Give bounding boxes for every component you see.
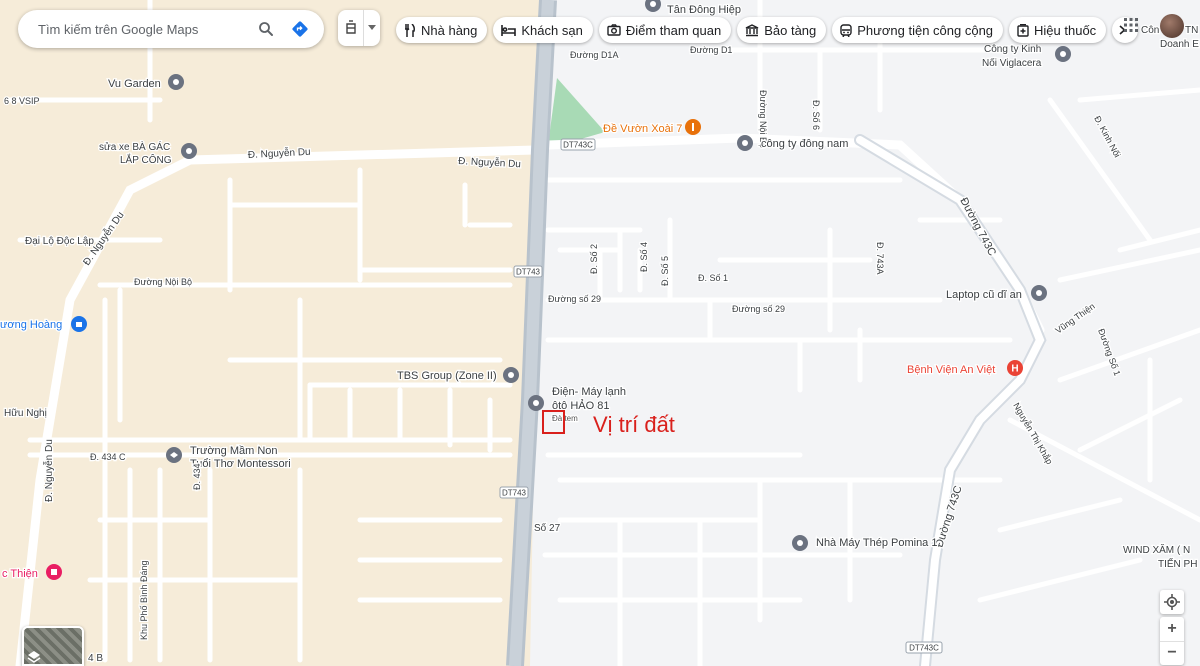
- map-label: Số 27: [534, 522, 561, 534]
- my-location-button[interactable]: [1160, 590, 1184, 614]
- map-label: ương Hoàng: [0, 319, 62, 331]
- map-label: Khu Phố Bình Đáng: [139, 560, 149, 640]
- map-label: Đại Lộ Độc Lập: [25, 236, 94, 247]
- chip-label: Phương tiện công cộng: [857, 22, 994, 38]
- chip-museums[interactable]: Bảo tàng: [737, 17, 827, 43]
- poi-pin-tbs: [503, 367, 519, 383]
- map-label: Đ. Số 5: [660, 256, 670, 286]
- search-icon[interactable]: [252, 15, 280, 43]
- map-label: 4 B: [88, 653, 103, 664]
- map-label: Đ. 434: [192, 463, 202, 490]
- poi-pin-bank: [71, 316, 87, 332]
- poi-pin-truong-mam-non: [166, 447, 182, 463]
- directions-icon[interactable]: [286, 15, 314, 43]
- map-label: công ty đông nam: [761, 138, 848, 150]
- map-label: Nhà Máy Thép Pomina 1: [816, 537, 937, 549]
- hotel-icon: [501, 24, 517, 36]
- poi-pin-sua-xe: [181, 143, 197, 159]
- map-label: Đ. 434 C: [90, 452, 126, 462]
- zoom-controls: + −: [1160, 617, 1184, 665]
- zoom-out-button[interactable]: −: [1160, 642, 1184, 666]
- map-label: Nối Viglacera: [982, 57, 1042, 69]
- pharmacy-icon: [1017, 23, 1029, 37]
- map-label: Điện- Máy lạnh: [552, 386, 626, 398]
- layers-thumbnail[interactable]: [22, 626, 84, 666]
- map-label: Đường số 29: [732, 304, 785, 314]
- museum-icon: [745, 23, 759, 36]
- category-chips: Nhà hàng Khách sạn Điểm tham quan Bảo tà…: [396, 17, 1139, 43]
- chip-label: Nhà hàng: [421, 22, 478, 38]
- restaurant-icon: [405, 23, 415, 37]
- poi-pin-restaurant: [685, 119, 701, 135]
- map-label: TIẾN PH: [1158, 557, 1197, 570]
- transit-icon: [840, 23, 852, 37]
- map-label: Laptop cũ dĩ an: [946, 289, 1022, 301]
- map-label: Đường số 29: [548, 294, 601, 304]
- svg-text:H: H: [1011, 364, 1018, 375]
- map-label: Đ. Số 2: [589, 244, 599, 274]
- map-label: WIND XĂM ( N: [1123, 543, 1190, 556]
- map-label: c Thiện: [2, 568, 38, 580]
- map-label: Đ. Số 6: [811, 100, 821, 130]
- map-label: Đề Vườn Xoài 7: [603, 123, 682, 135]
- map-label: Tân Đông Hiệp: [667, 4, 741, 16]
- map-label: Đường Nội Bộ: [134, 277, 192, 287]
- svg-text:DT743C: DT743C: [563, 141, 593, 150]
- chip-pharmacy[interactable]: Hiệu thuốc: [1009, 17, 1107, 43]
- poi-pin-pomina: [792, 535, 808, 551]
- map-label: Côn: [1141, 25, 1159, 36]
- poi-pin-vu-garden: [168, 74, 184, 90]
- chip-hotels[interactable]: Khách sạn: [493, 17, 593, 43]
- map-label: Vu Garden: [108, 78, 161, 90]
- svg-text:DT743: DT743: [516, 268, 541, 277]
- land-location-label: Vị trí đất: [593, 412, 675, 437]
- svg-text:DT743: DT743: [502, 489, 527, 498]
- map-label: LẮP CÔNG: [120, 153, 172, 166]
- my-location-icon: [1164, 594, 1180, 610]
- svg-text:DT743C: DT743C: [909, 644, 939, 653]
- map-label: 6 8 VSIP: [4, 96, 40, 106]
- zoom-in-button[interactable]: +: [1160, 617, 1184, 642]
- map-label: TBS Group (Zone II): [397, 370, 497, 382]
- map-label: Đường D1: [690, 45, 732, 55]
- chip-label: Khách sạn: [521, 22, 583, 38]
- chip-restaurants[interactable]: Nhà hàng: [396, 17, 488, 43]
- chip-transit[interactable]: Phương tiện công cộng: [832, 17, 1004, 43]
- map-label: Doanh E: [1160, 39, 1199, 50]
- map-label: Đường D1A: [570, 50, 618, 60]
- map-label: Đ. Nguyễn Du: [42, 439, 55, 502]
- poi-pin-dien-may: [528, 395, 544, 411]
- search-input[interactable]: [36, 20, 246, 38]
- map-label: Bệnh Viện An Việt: [907, 364, 995, 376]
- layers-icon[interactable]: [338, 10, 363, 46]
- map-label: Đ. Số 1: [698, 273, 728, 283]
- poi-pin-cong-ty-dong-nam: [737, 135, 753, 151]
- map-label: Công ty Kinh: [984, 44, 1041, 55]
- camera-icon: [607, 24, 621, 36]
- apps-grid-icon[interactable]: [1124, 18, 1138, 37]
- map-label: Đ. 743A: [875, 242, 885, 275]
- search-box[interactable]: [18, 10, 324, 48]
- map-label: Trường Mầm Non: [190, 445, 278, 457]
- poi-pin-pink: [46, 564, 62, 580]
- chip-label: Điểm tham quan: [625, 22, 722, 38]
- layers-stack-icon: [27, 651, 41, 663]
- chip-attractions[interactable]: Điểm tham quan: [598, 17, 732, 43]
- layers-button[interactable]: [338, 10, 380, 46]
- map-label: TN: [1185, 25, 1198, 36]
- poi-pin-laptop: [1031, 285, 1047, 301]
- map-label: Đ. Số 4: [639, 242, 649, 272]
- chip-label: Hiệu thuốc: [1034, 22, 1097, 38]
- map-canvas[interactable]: DT743C DT743 DT743 DT743C H Tân Đông Hiệ…: [0, 0, 1200, 666]
- map-label: sửa xe BÀ GÁC: [99, 140, 170, 153]
- map-label: Hữu Nghị: [4, 408, 47, 419]
- poi-pin-viglacera: [1055, 46, 1071, 62]
- avatar[interactable]: [1160, 14, 1184, 38]
- land-location-marker: [542, 410, 565, 434]
- map-label: Tuổi Thơ Montessori: [190, 458, 291, 470]
- chevron-down-icon[interactable]: [363, 10, 380, 46]
- chip-label: Bảo tàng: [764, 22, 817, 38]
- poi-pin-hospital: H: [1007, 360, 1023, 376]
